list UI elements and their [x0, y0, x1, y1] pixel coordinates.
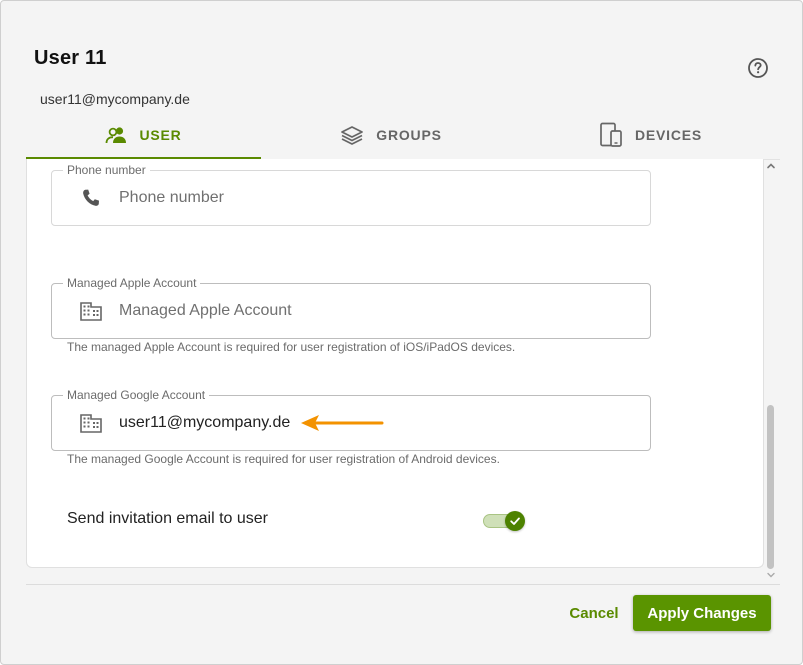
managed-apple-account-label: Managed Apple Account: [63, 276, 201, 290]
devices-icon: [599, 122, 623, 148]
phone-number-label: Phone number: [63, 163, 150, 177]
annotation-arrow-icon: [301, 415, 384, 431]
user-form-panel: Phone number Managed Apple Account: [26, 159, 764, 568]
tab-groups[interactable]: GROUPS: [261, 111, 521, 159]
form-scrollbar[interactable]: [764, 159, 778, 583]
tab-devices-label: DEVICES: [634, 127, 703, 143]
managed-apple-account-help: The managed Apple Account is required fo…: [67, 340, 516, 354]
chevron-up-icon[interactable]: [766, 161, 776, 171]
managed-google-account-help: The managed Google Account is required f…: [67, 452, 500, 466]
phone-icon: [80, 187, 102, 209]
dialog-subtitle: user11@mycompany.de: [40, 91, 190, 107]
dialog-title: User 11: [34, 47, 107, 69]
user-dialog: User 11 user11@mycompany.de USER GROUPS …: [0, 0, 803, 665]
phone-number-field: Phone number: [51, 163, 651, 226]
send-invitation-toggle[interactable]: [483, 509, 527, 533]
phone-number-input[interactable]: [119, 185, 619, 211]
scrollbar-thumb[interactable]: [767, 405, 774, 569]
chevron-down-icon[interactable]: [766, 570, 776, 580]
cancel-button[interactable]: Cancel: [559, 597, 629, 629]
footer-divider: [26, 584, 780, 585]
toggle-knob: [505, 511, 525, 531]
send-invitation-label: Send invitation email to user: [67, 510, 268, 527]
tab-groups-label: GROUPS: [376, 127, 442, 143]
tab-user[interactable]: USER: [26, 111, 261, 159]
help-icon[interactable]: [747, 57, 769, 79]
building-icon: [80, 300, 102, 322]
checkmark-icon: [510, 517, 520, 525]
building-icon: [80, 412, 102, 434]
apply-changes-button[interactable]: Apply Changes: [633, 595, 771, 631]
tab-devices[interactable]: DEVICES: [521, 111, 780, 159]
managed-apple-account-field: Managed Apple Account: [51, 276, 651, 339]
tab-bar: USER GROUPS DEVICES: [26, 111, 780, 160]
users-icon: [105, 126, 127, 144]
managed-apple-account-input[interactable]: [119, 298, 619, 324]
tab-user-label: USER: [139, 127, 182, 143]
layers-icon: [340, 125, 364, 145]
managed-google-account-label: Managed Google Account: [63, 388, 210, 402]
